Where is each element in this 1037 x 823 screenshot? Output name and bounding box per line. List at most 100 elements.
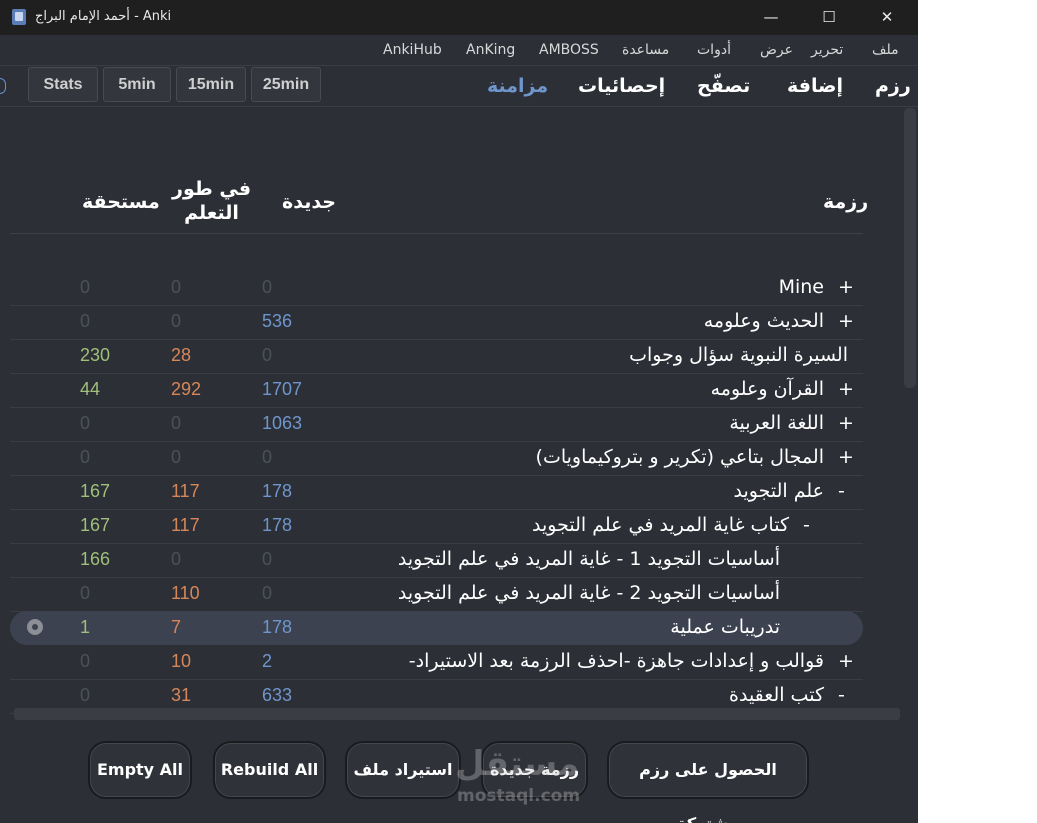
deck-count-new: 633 [262, 685, 293, 705]
deck-name[interactable]: علم التجويد [734, 480, 824, 502]
menu-amboss[interactable]: AMBOSS [539, 42, 599, 58]
deck-row[interactable]: 167 117 178 - كتاب غاية المريد في علم التجوي… [10, 509, 863, 544]
deck-row[interactable]: 167 117 178 - علم التجويد [10, 475, 863, 510]
deck-count-due: 1 [80, 617, 91, 637]
menu-view[interactable]: عرض [760, 42, 793, 58]
deck-count-new: 178 [262, 515, 293, 535]
deck-count-due: 230 [80, 345, 111, 365]
timer-15min-button[interactable]: 15min [176, 67, 246, 102]
menu-bar: ملف تحرير عرض أدوات مساعدة AMBOSS AnKing… [0, 35, 918, 66]
deck-browser: مستحقة في طور التعلم جديدة رزمة 0 0 0 + Mine… [0, 107, 918, 714]
nav-add[interactable]: إضافة [787, 75, 843, 97]
deck-row[interactable]: 0 110 0 أساسيات التجويد 2 - غاية المريد في … [10, 577, 863, 612]
stats-addon-button[interactable]: Stats [28, 67, 98, 102]
addon-circle-icon[interactable] [0, 78, 6, 94]
deck-count-learn: 0 [171, 277, 182, 297]
header-learn: في طور التعلم [172, 177, 251, 225]
deck-expander[interactable]: + [838, 310, 854, 332]
deck-count-learn: 0 [171, 447, 182, 467]
deck-expander[interactable]: + [838, 412, 854, 434]
timer-25min-button[interactable]: 25min [251, 67, 321, 102]
deck-row[interactable]: 44 292 1707 + القرآن وعلومه [10, 373, 863, 408]
nav-stats[interactable]: إحصائيات [578, 75, 665, 97]
deck-count-new: 0 [262, 345, 273, 365]
deck-name[interactable]: تدريبات عملية [670, 616, 780, 638]
horizontal-scrollbar[interactable] [14, 708, 900, 720]
deck-name[interactable]: Mine [779, 276, 824, 298]
deck-name[interactable]: القرآن وعلومه [711, 378, 824, 400]
minimize-button[interactable]: — [748, 0, 794, 35]
deck-name[interactable]: أساسيات التجويد 2 - غاية المريد في علم ا… [398, 582, 780, 604]
deck-count-due: 0 [80, 413, 91, 433]
deck-count-learn: 0 [171, 413, 182, 433]
close-button[interactable]: ✕ [864, 0, 910, 35]
deck-row[interactable]: 0 10 2 + قوالب و إعدادات جاهزة -احذف الرزمة … [10, 645, 863, 680]
deck-expander[interactable]: - [838, 480, 845, 502]
empty-all-button[interactable]: Empty All [88, 741, 192, 799]
deck-name[interactable]: قوالب و إعدادات جاهزة -احذف الرزمة بعد ا… [409, 650, 824, 672]
deck-name[interactable]: المجال بتاعي (تكرير و بتروكيماويات) [536, 446, 824, 468]
get-shared-decks-button[interactable]: الحصول على رزم مشتركة [607, 741, 809, 823]
menu-help[interactable]: مساعدة [622, 42, 669, 58]
deck-count-due: 166 [80, 549, 111, 569]
deck-row[interactable]: 0 0 0 + المجال بتاعي (تكرير و بتروكيماويات) [10, 441, 863, 476]
rebuild-all-button[interactable]: Rebuild All [213, 741, 326, 799]
deck-count-learn: 7 [171, 617, 182, 637]
deck-count-new: 0 [262, 447, 273, 467]
header-divider [10, 233, 863, 234]
watermark-logo: مستقل [455, 744, 580, 784]
watermark-url: mostaql.com [457, 786, 581, 806]
deck-name[interactable]: السيرة النبوية سؤال وجواب [629, 344, 848, 366]
deck-name[interactable]: اللغة العربية [729, 412, 824, 434]
deck-options-gear-icon[interactable] [27, 619, 43, 635]
menu-edit[interactable]: تحرير [811, 42, 843, 58]
deck-count-due: 0 [80, 277, 91, 297]
timer-5min-button[interactable]: 5min [103, 67, 171, 102]
deck-count-new: 178 [262, 481, 293, 501]
deck-count-learn: 31 [171, 685, 192, 705]
deck-count-new: 1707 [262, 379, 303, 399]
deck-count-learn: 0 [171, 549, 182, 569]
deck-count-new: 0 [262, 583, 273, 603]
deck-count-due: 0 [80, 651, 91, 671]
deck-name[interactable]: أساسيات التجويد 1 - غاية المريد في علم ا… [398, 548, 780, 570]
deck-count-due: 0 [80, 583, 91, 603]
deck-expander[interactable]: - [838, 684, 845, 706]
nav-decks[interactable]: رزم [875, 75, 911, 97]
deck-name[interactable]: كتب العقيدة [729, 684, 824, 706]
deck-expander[interactable]: - [803, 514, 810, 536]
deck-count-learn: 117 [171, 481, 200, 501]
deck-count-new: 0 [262, 549, 273, 569]
deck-count-learn: 292 [171, 379, 202, 399]
deck-name[interactable]: الحديث وعلومه [704, 310, 824, 332]
deck-count-due: 0 [80, 685, 91, 705]
deck-row[interactable]: 230 28 0 السيرة النبوية سؤال وجواب [10, 339, 863, 374]
deck-count-due: 167 [80, 515, 111, 535]
deck-row[interactable]: 166 0 0 أساسيات التجويد 1 - غاية المريد في … [10, 543, 863, 578]
deck-count-learn: 10 [171, 651, 192, 671]
menu-file[interactable]: ملف [872, 42, 899, 58]
nav-browse[interactable]: تصفّح [697, 75, 750, 97]
deck-row[interactable]: 0 0 536 + الحديث وعلومه [10, 305, 863, 340]
deck-expander[interactable]: + [838, 276, 854, 298]
deck-expander[interactable]: + [838, 650, 854, 672]
deck-count-new: 536 [262, 311, 293, 331]
nav-sync[interactable]: مزامنة [487, 75, 548, 97]
deck-count-new: 0 [262, 277, 273, 297]
menu-ankihub[interactable]: AnkiHub [383, 42, 442, 58]
deck-row-selected[interactable]: 1 7 178 تدريبات عملية [10, 611, 863, 645]
deck-row[interactable]: 0 0 0 + Mine [10, 271, 863, 306]
deck-expander[interactable]: + [838, 446, 854, 468]
deck-row[interactable]: 0 0 1063 + اللغة العربية [10, 407, 863, 442]
deck-expander[interactable]: + [838, 378, 854, 400]
deck-count-due: 0 [80, 447, 91, 467]
menu-anking[interactable]: AnKing [466, 42, 515, 58]
maximize-button[interactable]: ☐ [806, 0, 852, 35]
anki-window: أحمد الإمام البراج - Anki — ☐ ✕ ملف تحري… [0, 0, 918, 823]
import-file-button[interactable]: استيراد ملف [345, 741, 461, 799]
deck-count-new: 2 [262, 651, 273, 671]
menu-tools[interactable]: أدوات [697, 42, 731, 58]
header-deck: رزمة [823, 191, 869, 213]
deck-name[interactable]: كتاب غاية المريد في علم التجويد [532, 514, 789, 536]
deck-count-new: 1063 [262, 413, 303, 433]
